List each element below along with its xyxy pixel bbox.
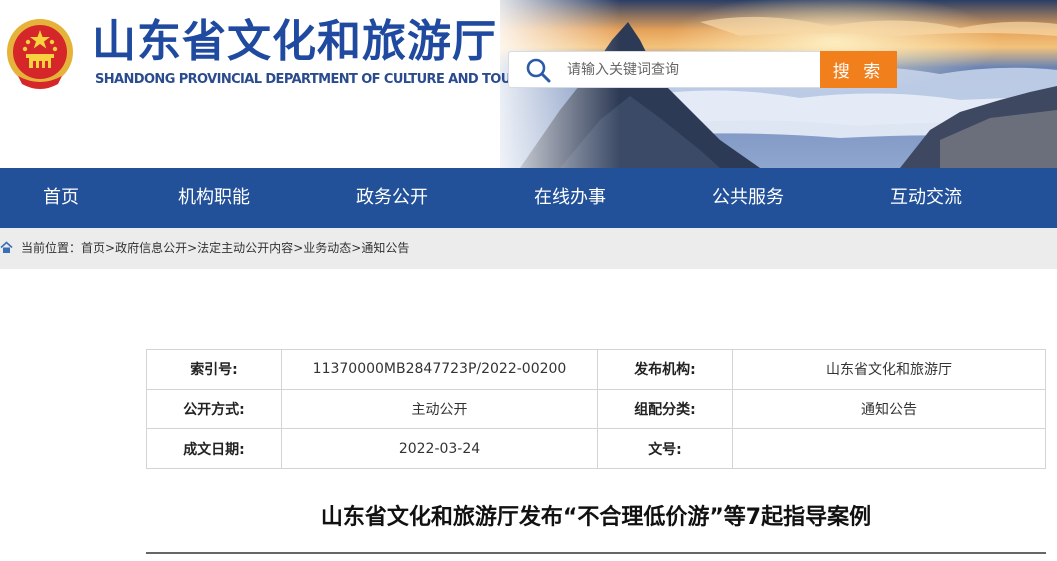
- site-subtitle: SHANDONG PROVINCIAL DEPARTMENT OF CULTUR…: [95, 72, 546, 87]
- search-box: [508, 51, 822, 88]
- article-title: 山东省文化和旅游厅发布“不合理低价游”等7起指导案例: [320, 505, 872, 530]
- search-input[interactable]: [565, 58, 809, 82]
- table-row: 索引号: 11370000MB2847723P/2022-00200 发布机构:…: [146, 349, 1046, 390]
- national-emblem-icon: [7, 19, 73, 89]
- date-value: 2022-03-24: [281, 428, 598, 469]
- search-button[interactable]: 搜 索: [820, 51, 897, 88]
- title-divider: [146, 552, 1046, 554]
- search-bar: 搜 索: [508, 51, 897, 88]
- breadcrumb-separator: >: [351, 241, 362, 255]
- nav-item-online-services[interactable]: 在线办事: [534, 168, 606, 228]
- publisher-value: 山东省文化和旅游厅: [732, 349, 1046, 390]
- search-icon: [526, 58, 551, 83]
- breadcrumb-item-business-news[interactable]: 业务动态: [303, 241, 351, 255]
- breadcrumb-item-statutory-content[interactable]: 法定主动公开内容: [197, 241, 293, 255]
- category-label: 组配分类:: [597, 388, 733, 430]
- nav-item-home[interactable]: 首页: [43, 168, 79, 228]
- nav-item-government-affairs[interactable]: 政务公开: [356, 168, 428, 228]
- index-number-value: 11370000MB2847723P/2022-00200: [281, 349, 598, 390]
- breadcrumb-separator: >: [105, 241, 116, 255]
- site-title: 山东省文化和旅游厅: [92, 16, 497, 67]
- index-number-label: 索引号:: [146, 349, 282, 390]
- breadcrumb-item-home[interactable]: 首页: [81, 241, 105, 255]
- site-header: 山东省文化和旅游厅 SHANDONG PROVINCIAL DEPARTMENT…: [0, 0, 1057, 168]
- category-value: 通知公告: [732, 388, 1046, 430]
- nav-item-interaction[interactable]: 互动交流: [890, 168, 962, 228]
- publisher-label: 发布机构:: [597, 349, 733, 390]
- date-label: 成文日期:: [146, 428, 282, 469]
- home-icon: [0, 241, 13, 253]
- document-number-value: [732, 428, 1046, 469]
- main-nav: 首页 机构职能 政务公开 在线办事 公共服务 互动交流: [0, 168, 1057, 228]
- open-mode-label: 公开方式:: [146, 388, 282, 430]
- nav-item-functions[interactable]: 机构职能: [178, 168, 250, 228]
- table-row: 成文日期: 2022-03-24 文号:: [146, 428, 1046, 469]
- open-mode-value: 主动公开: [281, 388, 598, 430]
- breadcrumb-item-gov-info[interactable]: 政府信息公开: [115, 241, 187, 255]
- nav-item-public-services[interactable]: 公共服务: [712, 168, 784, 228]
- document-metadata-table: 索引号: 11370000MB2847723P/2022-00200 发布机构:…: [146, 349, 1046, 469]
- breadcrumb-separator: >: [187, 241, 198, 255]
- breadcrumb-prefix: 当前位置：: [21, 241, 82, 255]
- table-row: 公开方式: 主动公开 组配分类: 通知公告: [146, 388, 1046, 430]
- breadcrumb-separator: >: [293, 241, 304, 255]
- breadcrumb-trail: 当前位置：首页>政府信息公开>法定主动公开内容>业务动态>通知公告: [21, 228, 409, 269]
- breadcrumb: 当前位置：首页>政府信息公开>法定主动公开内容>业务动态>通知公告: [0, 228, 1057, 269]
- document-number-label: 文号:: [597, 428, 733, 469]
- breadcrumb-item-notices[interactable]: 通知公告: [361, 241, 409, 255]
